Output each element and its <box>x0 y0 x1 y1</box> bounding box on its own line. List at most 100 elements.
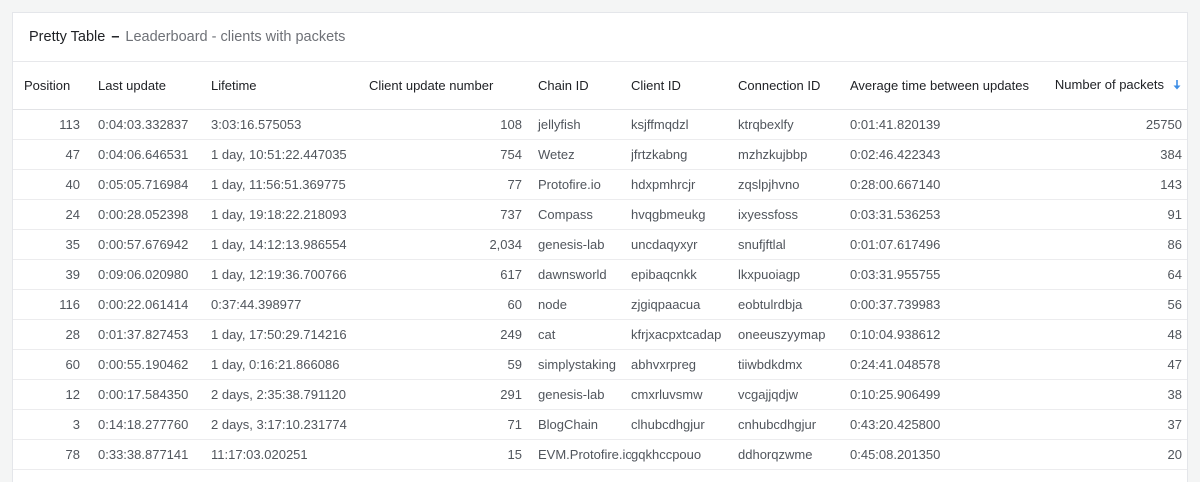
cell-client-id: clhubcdhgjur <box>631 417 705 432</box>
cell-last-update: 0:14:18.277760 <box>98 417 189 432</box>
panel-description: Leaderboard - clients with packets <box>125 29 346 45</box>
cell-lifetime: 1 day, 0:16:21.866086 <box>211 357 340 372</box>
cell-packets: 143 <box>1160 177 1182 192</box>
cell-position: 40 <box>65 177 80 192</box>
cell-lifetime: 1 day, 11:56:51.369775 <box>211 177 346 192</box>
cell-chain-id: cat <box>538 327 556 342</box>
table-body: 113 0:04:03.332837 3:03:16.575053 108 jellyf… <box>13 110 1187 470</box>
cell-lifetime: 3:03:16.575053 <box>211 117 302 132</box>
cell-client-id: epibaqcnkk <box>631 267 697 282</box>
column-header-avg-time[interactable]: Average time between updates <box>850 62 1036 110</box>
cell-chain-id: genesis-lab <box>538 387 605 402</box>
sort-descending-icon[interactable] <box>1172 79 1182 94</box>
column-header-lifetime[interactable]: Lifetime <box>211 62 369 110</box>
cell-packets: 64 <box>1167 267 1182 282</box>
cell-client-update-number: 249 <box>500 327 522 342</box>
cell-connection-id: lkxpuoiagp <box>738 267 801 282</box>
cell-client-update-number: 291 <box>500 387 522 402</box>
table-row[interactable]: 60 0:00:55.190462 1 day, 0:16:21.866086 59 s… <box>13 350 1187 380</box>
cell-lifetime: 1 day, 17:50:29.714216 <box>211 327 347 342</box>
column-header-position[interactable]: Position <box>13 62 98 110</box>
cell-chain-id: node <box>538 297 567 312</box>
cell-client-id: uncdaqyxyr <box>631 237 698 252</box>
cell-avg-time: 0:45:08.201350 <box>850 447 941 462</box>
cell-client-update-number: 77 <box>507 177 522 192</box>
column-header-client-id[interactable]: Client ID <box>631 62 738 110</box>
cell-chain-id: jellyfish <box>538 117 581 132</box>
cell-connection-id: eobtulrdbja <box>738 297 803 312</box>
cell-avg-time: 0:01:41.820139 <box>850 117 941 132</box>
table-row[interactable]: 47 0:04:06.646531 1 day, 10:51:22.447035 75… <box>13 140 1187 170</box>
cell-last-update: 0:01:37.827453 <box>98 327 189 342</box>
column-header-chain-id[interactable]: Chain ID <box>522 62 631 110</box>
table-row[interactable]: 78 0:33:38.877141 11:17:03.020251 15 EVM.Pro… <box>13 440 1187 470</box>
table-row[interactable]: 39 0:09:06.020980 1 day, 12:19:36.700766 61… <box>13 260 1187 290</box>
cell-position: 35 <box>65 237 80 252</box>
cell-lifetime: 2 days, 2:35:38.791120 <box>211 387 346 402</box>
title-separator: – <box>111 29 120 45</box>
cell-chain-id: Protofire.io <box>538 177 601 192</box>
cell-client-update-number: 617 <box>500 267 522 282</box>
cell-position: 78 <box>65 447 80 462</box>
cell-packets: 56 <box>1167 297 1182 312</box>
table-row[interactable]: 12 0:00:17.584350 2 days, 2:35:38.791120 29… <box>13 380 1187 410</box>
column-header-connection-id[interactable]: Connection ID <box>738 62 850 110</box>
table-row[interactable]: 113 0:04:03.332837 3:03:16.575053 108 jellyf… <box>13 110 1187 140</box>
cell-last-update: 0:05:05.716984 <box>98 177 189 192</box>
cell-avg-time: 0:01:07.617496 <box>850 237 941 252</box>
cell-lifetime: 1 day, 19:18:22.218093 <box>211 207 347 222</box>
cell-lifetime: 1 day, 10:51:22.447035 <box>211 147 347 162</box>
cell-position: 24 <box>65 207 80 222</box>
table-row[interactable]: 28 0:01:37.827453 1 day, 17:50:29.714216 24… <box>13 320 1187 350</box>
cell-last-update: 0:00:28.052398 <box>98 207 189 222</box>
cell-chain-id: EVM.Protofire.io <box>538 447 631 462</box>
cell-position: 3 <box>72 417 80 432</box>
cell-packets: 20 <box>1167 447 1182 462</box>
cell-client-update-number: 59 <box>507 357 522 372</box>
column-header-number-of-packets[interactable]: Number of packets <box>1036 62 1187 110</box>
cell-client-id: gqkhccpouo <box>631 447 702 462</box>
table-row[interactable]: 116 0:00:22.061414 0:37:44.398977 60 node zjg… <box>13 290 1187 320</box>
cell-client-update-number: 2,034 <box>489 237 522 252</box>
cell-position: 47 <box>65 147 80 162</box>
cell-packets: 25750 <box>1145 117 1182 132</box>
cell-connection-id: vcgajjqdjw <box>738 387 798 402</box>
cell-lifetime: 0:37:44.398977 <box>211 297 302 312</box>
cell-last-update: 0:00:57.676942 <box>98 237 189 252</box>
cell-last-update: 0:00:17.584350 <box>98 387 189 402</box>
cell-client-update-number: 108 <box>500 117 522 132</box>
table-row[interactable]: 24 0:00:28.052398 1 day, 19:18:22.218093 73… <box>13 200 1187 230</box>
cell-client-update-number: 15 <box>507 447 522 462</box>
cell-chain-id: simplystaking <box>538 357 617 372</box>
table-row[interactable]: 3 0:14:18.277760 2 days, 3:17:10.231774 71 B… <box>13 410 1187 440</box>
panel-title[interactable]: Pretty Table <box>29 29 105 45</box>
cell-last-update: 0:33:38.877141 <box>98 447 189 462</box>
cell-client-id: cmxrluvsmw <box>631 387 703 402</box>
cell-avg-time: 0:10:25.906499 <box>850 387 941 402</box>
cell-position: 116 <box>59 297 80 312</box>
column-header-client-update-number[interactable]: Client update number <box>369 62 522 110</box>
cell-client-update-number: 754 <box>500 147 522 162</box>
cell-position: 28 <box>65 327 80 342</box>
cell-lifetime: 1 day, 14:12:13.986554 <box>211 237 347 252</box>
cell-last-update: 0:04:03.332837 <box>98 117 189 132</box>
cell-client-update-number: 60 <box>507 297 522 312</box>
cell-position: 113 <box>59 117 80 132</box>
cell-last-update: 0:00:22.061414 <box>98 297 189 312</box>
cell-client-id: ksjffmqdzl <box>631 117 689 132</box>
cell-connection-id: ddhorqzwme <box>738 447 813 462</box>
table-panel: Pretty Table – Leaderboard - clients wit… <box>12 12 1188 482</box>
column-header-last-update[interactable]: Last update <box>98 62 211 110</box>
cell-client-id: kfrjxacpxtcadap <box>631 327 722 342</box>
cell-avg-time: 0:02:46.422343 <box>850 147 941 162</box>
cell-position: 60 <box>65 357 80 372</box>
cell-connection-id: mzhzkujbbp <box>738 147 808 162</box>
cell-last-update: 0:09:06.020980 <box>98 267 189 282</box>
table-row[interactable]: 40 0:05:05.716984 1 day, 11:56:51.369775 77… <box>13 170 1187 200</box>
cell-client-update-number: 737 <box>500 207 522 222</box>
column-header-number-of-packets-label: Number of packets <box>1054 77 1164 93</box>
cell-chain-id: Compass <box>538 207 593 222</box>
table-row[interactable]: 35 0:00:57.676942 1 day, 14:12:13.986554 2,… <box>13 230 1187 260</box>
cell-chain-id: dawnsworld <box>538 267 607 282</box>
cell-chain-id: BlogChain <box>538 417 598 432</box>
